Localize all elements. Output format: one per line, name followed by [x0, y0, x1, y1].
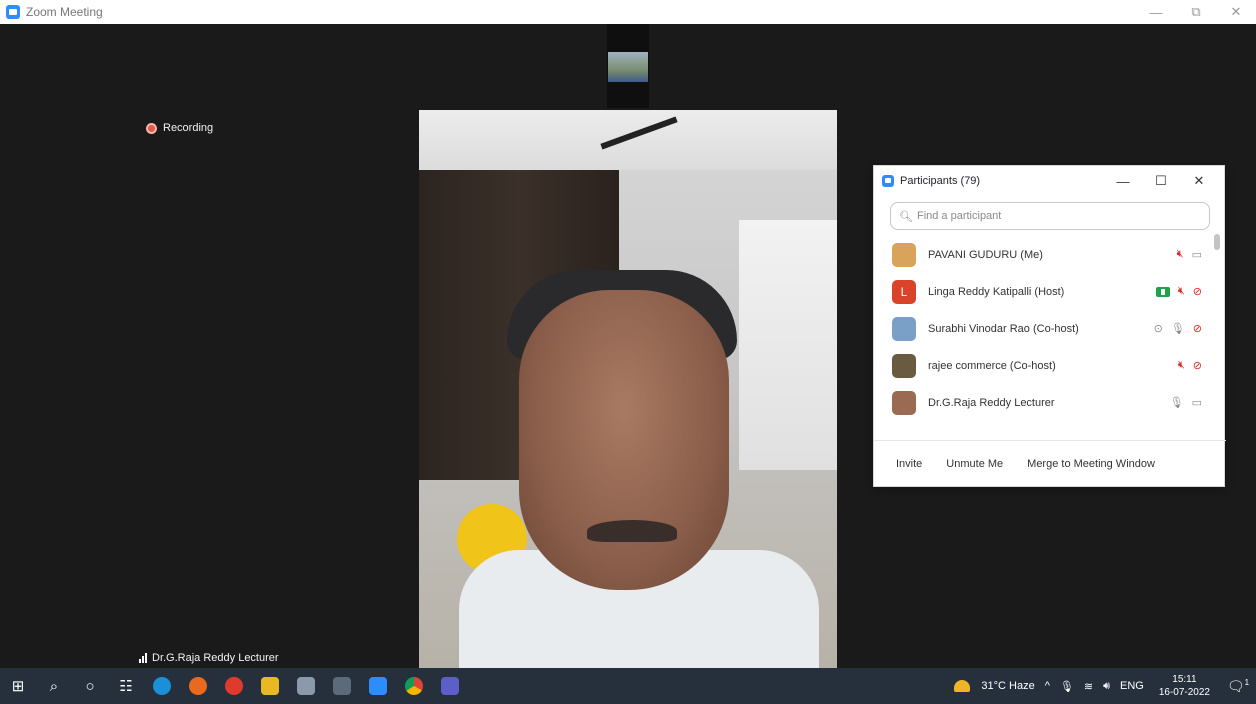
merge-to-meeting-window-button[interactable]: Merge to Meeting Window: [1027, 458, 1155, 470]
language-indicator[interactable]: ENG: [1120, 680, 1144, 692]
recording-indicator[interactable]: Recording: [146, 122, 213, 134]
notification-count: 1: [1244, 677, 1250, 687]
participant-avatar: [892, 316, 916, 341]
participant-avatar: [892, 353, 916, 378]
participant-name: Linga Reddy Katipalli (Host): [928, 285, 1065, 298]
participant-row[interactable]: L Linga Reddy Katipalli (Host) 🔇︎ ⊘: [874, 273, 1214, 310]
video-window: [739, 220, 837, 470]
clock-date: 16-07-2022: [1158, 687, 1210, 698]
file-explorer-icon[interactable]: [252, 668, 288, 704]
signal-bars-icon: [139, 653, 148, 663]
unmute-me-button[interactable]: Unmute Me: [946, 458, 1003, 470]
window-controls: — ⧉ ✕: [1136, 0, 1256, 24]
edge-browser-icon[interactable]: [144, 668, 180, 704]
calculator-icon[interactable]: [324, 668, 360, 704]
microphone-icon[interactable]: 🎙︎: [1060, 680, 1074, 693]
invite-button[interactable]: Invite: [896, 458, 922, 470]
zoom-app-icon[interactable]: [360, 668, 396, 704]
firefox-icon[interactable]: [180, 668, 216, 704]
participant-name: Dr.G.Raja Reddy Lecturer: [928, 396, 1055, 409]
clock[interactable]: 15:11 16-07-2022: [1159, 673, 1210, 699]
teams-icon[interactable]: [432, 668, 468, 704]
video-off-icon[interactable]: ⊘: [1193, 322, 1202, 335]
notification-center-icon[interactable]: 🗨︎ 1: [1220, 678, 1256, 695]
scrollbar-thumb[interactable]: [1214, 234, 1220, 250]
active-speaker-video[interactable]: [419, 110, 837, 668]
media-player-icon[interactable]: [216, 668, 252, 704]
participants-footer: Invite Unmute Me Merge to Meeting Window: [874, 440, 1226, 486]
participant-status-icons: 🔇︎ ▭: [1177, 248, 1202, 261]
participant-name: rajee commerce (Co-host): [928, 359, 1056, 372]
recording-icon: [146, 122, 157, 134]
participant-list-scrollbar[interactable]: [1214, 234, 1220, 436]
clock-time: 15:11: [1172, 674, 1197, 685]
zoom-logo-icon: [882, 175, 894, 187]
video-off-icon[interactable]: ⊘: [1193, 359, 1202, 372]
window-title: Zoom Meeting: [26, 5, 103, 19]
task-view-icon[interactable]: ☷: [108, 668, 144, 704]
mic-muted-icon[interactable]: 🔇︎: [1178, 285, 1185, 298]
search-icon: 🔍︎: [899, 210, 913, 223]
start-windows-icon[interactable]: ⊞: [0, 668, 36, 704]
participant-avatar: L: [892, 279, 916, 304]
participant-search: 🔍︎: [890, 202, 1210, 230]
panel-maximize-button[interactable]: ☐: [1142, 170, 1180, 192]
mic-icon[interactable]: 🎙︎: [1171, 322, 1185, 335]
zoom-logo-icon: [6, 5, 20, 19]
participant-row[interactable]: Surabhi Vinodar Rao (Co-host) ⊙ 🎙︎ ⊘: [874, 310, 1214, 347]
participant-status-icons: 🎙︎ ▭: [1170, 396, 1202, 409]
camera-icon[interactable]: [288, 668, 324, 704]
panel-minimize-button[interactable]: —: [1104, 170, 1142, 192]
title-bar: Zoom Meeting — ⧉ ✕: [0, 0, 1256, 24]
weather-label[interactable]: 31°C Haze: [981, 680, 1034, 692]
participant-status-icons: 🔇︎ ⊘: [1178, 359, 1202, 372]
panel-close-button[interactable]: ✕: [1180, 170, 1218, 192]
restore-button[interactable]: ⧉: [1176, 0, 1216, 24]
participant-row[interactable]: PAVANI GUDURU (Me) 🔇︎ ▭: [874, 236, 1214, 273]
participant-status-icons: 🔇︎ ⊘: [1155, 285, 1202, 298]
chrome-icon[interactable]: [396, 668, 432, 704]
close-button[interactable]: ✕: [1216, 0, 1256, 24]
participant-avatar: [892, 390, 916, 415]
mic-active-icon[interactable]: 🎙︎: [1170, 396, 1184, 409]
participant-avatar: [892, 242, 916, 267]
video-person-mustache: [587, 520, 677, 542]
minimize-button[interactable]: —: [1136, 0, 1176, 24]
participant-name: PAVANI GUDURU (Me): [928, 248, 1043, 261]
participant-status-icons: ⊙ 🎙︎ ⊘: [1154, 322, 1202, 335]
participants-header: Participants (79) — ☐ ✕: [874, 166, 1224, 196]
self-view-thumbnail[interactable]: [607, 24, 649, 108]
participants-title: Participants (79): [900, 175, 981, 187]
participant-name: Surabhi Vinodar Rao (Co-host): [928, 322, 1079, 335]
speaker-icon[interactable]: 🔊︎: [1103, 680, 1110, 693]
panel-controls: — ☐ ✕: [1104, 170, 1218, 192]
speaker-name: Dr.G.Raja Reddy Lecturer: [152, 652, 279, 664]
cortana-icon[interactable]: ○: [72, 668, 108, 704]
windows-taskbar: ⊞ ⌕ ○ ☷ 31°C Haze ^ 🎙︎ ≋ 🔊︎ ENG 15:11 16…: [0, 668, 1256, 704]
video-off-icon[interactable]: ⊘: [1193, 285, 1202, 298]
system-tray: 31°C Haze ^ 🎙︎ ≋ 🔊︎ ENG 15:11 16-07-2022…: [954, 668, 1256, 704]
speaker-name-label: Dr.G.Raja Reddy Lecturer: [133, 648, 285, 668]
recording-label: Recording: [163, 122, 214, 134]
participant-search-input[interactable]: [916, 210, 1197, 222]
network-icon[interactable]: ≋: [1084, 680, 1093, 693]
mic-muted-icon[interactable]: 🔇︎: [1177, 248, 1184, 261]
video-person-face: [519, 290, 729, 590]
participant-list: PAVANI GUDURU (Me) 🔇︎ ▭ L Linga Reddy Kat…: [874, 236, 1214, 438]
participant-row[interactable]: rajee commerce (Co-host) 🔇︎ ⊘: [874, 347, 1214, 384]
video-icon[interactable]: ▭: [1192, 396, 1202, 409]
chevron-up-icon[interactable]: ^: [1045, 680, 1050, 692]
raise-hand-icon: ⊙: [1153, 323, 1163, 335]
video-icon[interactable]: ▭: [1192, 248, 1202, 261]
thumbnail-image: [608, 52, 648, 82]
search-icon[interactable]: ⌕: [36, 668, 72, 704]
mic-muted-icon[interactable]: 🔇︎: [1178, 359, 1185, 372]
participants-panel: Participants (79) — ☐ ✕ 🔍︎ PAVANI GUDURU…: [873, 165, 1226, 487]
screen-share-icon: [1155, 286, 1170, 297]
weather-icon: [954, 680, 971, 692]
participant-row[interactable]: Dr.G.Raja Reddy Lecturer 🎙︎ ▭: [874, 384, 1214, 421]
